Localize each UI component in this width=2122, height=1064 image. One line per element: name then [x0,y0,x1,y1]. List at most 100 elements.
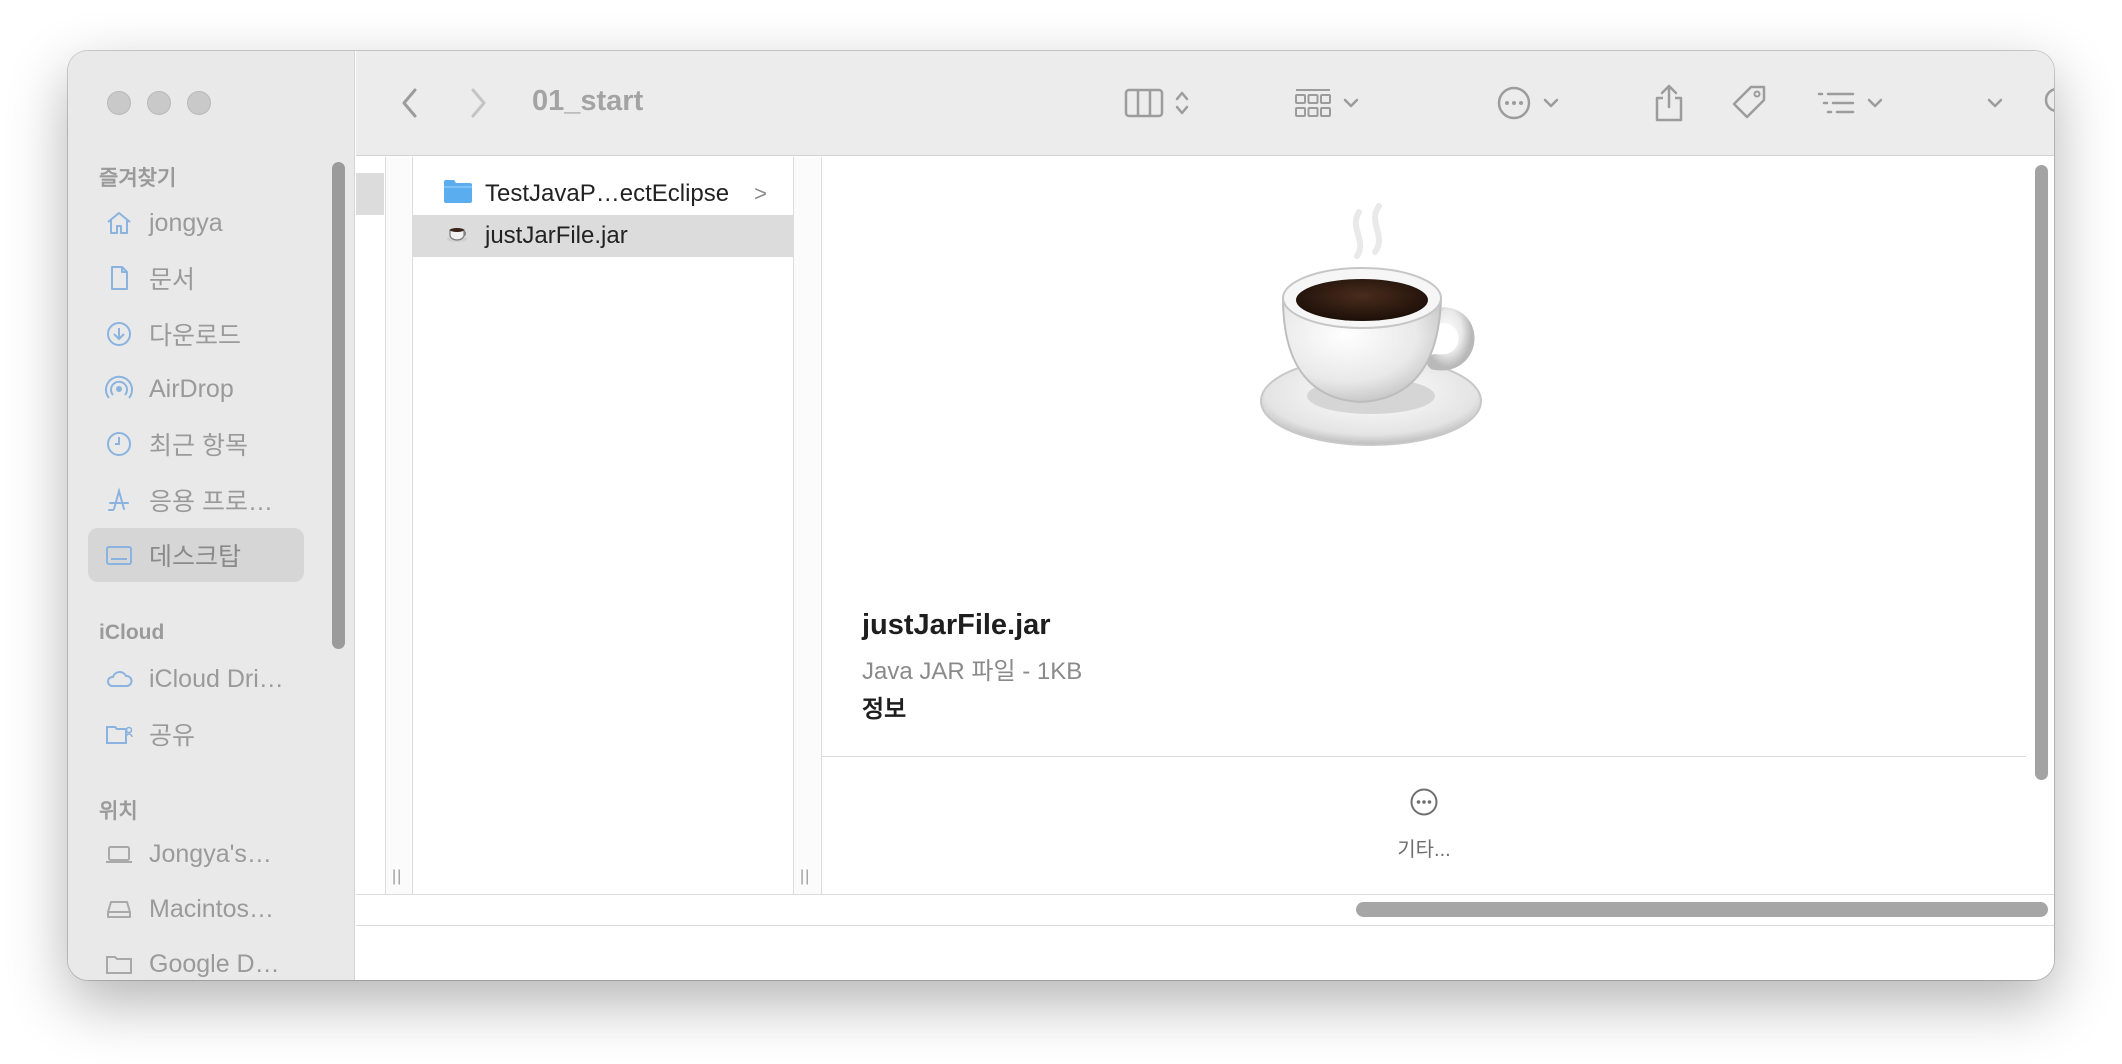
sidebar-item-label: 최근 항목 [149,432,248,460]
sort-button[interactable] [1816,83,1884,123]
toolbar: 01_start [356,51,2054,156]
window-controls [107,91,211,115]
chevron-down-icon [1342,97,1360,109]
sidebar-item-label: 다운로드 [149,322,242,350]
search-icon [2042,85,2054,121]
action-button[interactable] [1496,83,1560,123]
column-resizer[interactable]: || [386,157,413,894]
preview-file-kind: Java JAR 파일 - 1KB [862,658,1083,685]
sidebar-item-label: Macintos… [149,894,275,923]
expand-icon [1986,97,2004,109]
parent-column [356,157,386,894]
zoom-window-button[interactable] [187,91,211,115]
sidebar-item-google-drive[interactable]: Google D… [88,937,304,980]
shared-folder-icon [103,718,135,750]
sidebar-item-recents[interactable]: 최근 항목 [88,417,304,471]
share-icon [1653,83,1685,123]
sidebar-item-label: 응용 프로… [149,488,273,516]
content-area: || TestJavaP…ectEclipse > justJarFile.ja… [356,157,2054,980]
sidebar-item-desktop[interactable]: 데스크탑 [88,528,304,582]
more-actions-label: 기타... [1397,839,1451,861]
horizontal-scroll-track [356,894,2054,895]
preview-pane: justJarFile.jar Java JAR 파일 - 1KB 정보 기타.… [822,157,2026,894]
airdrop-icon [103,373,135,405]
sidebar-item-applications[interactable]: 응용 프로… [88,473,304,527]
sidebar-item-documents[interactable]: 문서 [88,251,304,305]
close-window-button[interactable] [107,91,131,115]
finder-window: 즐겨찾기 jongya 문서 다운로드 AirDrop 최근 항목 응용 프로…… [68,51,2054,980]
column-view-icon [1124,87,1164,119]
sidebar-scrollbar[interactable] [332,162,345,649]
minimize-window-button[interactable] [147,91,171,115]
sidebar-item-icloud-drive[interactable]: iCloud Dri… [88,652,304,706]
sidebar-item-airdrop[interactable]: AirDrop [88,362,304,416]
sidebar-item-label: iCloud Dri… [149,664,284,693]
preview-file-name: justJarFile.jar [862,609,1051,641]
clock-icon [103,428,135,460]
forward-button[interactable] [468,83,488,123]
sidebar: 즐겨찾기 jongya 문서 다운로드 AirDrop 최근 항목 응용 프로…… [68,51,355,980]
folder-icon [443,178,473,211]
laptop-icon [103,838,135,870]
chevron-down-icon [1866,97,1884,109]
file-column: TestJavaP…ectEclipse > justJarFile.jar [413,157,794,894]
desktop-icon [103,539,135,571]
chevron-down-icon [1542,97,1560,109]
tag-button[interactable] [1729,83,1769,123]
sidebar-item-label: 공유 [149,722,196,750]
sidebar-item-macintosh-hd[interactable]: Macintos… [88,882,304,936]
share-button[interactable] [1653,83,1685,123]
up-down-chevron-icon [1174,88,1190,118]
search-button[interactable] [2042,83,2054,123]
more-icon [1496,85,1532,121]
resize-grip-icon: || [800,868,811,885]
coffee-cup-preview-icon [1260,203,1482,446]
sidebar-item-label: jongya [149,208,223,237]
sidebar-item-label: 데스크탑 [149,543,242,571]
document-icon [103,262,135,294]
sidebar-item-label: Google D… [149,949,280,978]
column-resizer[interactable]: || [794,157,822,894]
sidebar-section-icloud: iCloud [99,621,165,644]
parent-selection[interactable] [356,173,384,215]
forward-icon [468,86,488,120]
applications-icon [103,484,135,516]
sidebar-item-shared[interactable]: 공유 [88,707,304,761]
sidebar-item-home[interactable]: jongya [88,196,304,250]
file-name: TestJavaP…ectEclipse [485,180,730,207]
back-icon [400,86,420,120]
file-name: justJarFile.jar [485,222,628,249]
download-icon [103,318,135,350]
vertical-scrollbar[interactable] [2035,165,2048,780]
cloud-icon [103,663,135,695]
sidebar-section-locations: 위치 [99,800,138,823]
disk-icon [103,893,135,925]
group-icon [1294,86,1332,120]
more-actions-button[interactable]: 기타... [822,787,2026,862]
sidebar-section-favorites: 즐겨찾기 [99,167,177,190]
sidebar-item-label: AirDrop [149,374,234,403]
list-item-folder[interactable]: TestJavaP…ectEclipse > [413,173,793,215]
sidebar-item-label: Jongya's… [149,839,272,868]
back-button[interactable] [400,83,420,123]
divider [356,925,2054,926]
horizontal-scrollbar[interactable] [1356,902,2048,917]
java-coffee-icon [443,221,473,252]
sort-icon [1816,88,1856,118]
group-button[interactable] [1294,83,1360,123]
tag-icon [1729,83,1769,123]
view-mode-button[interactable] [1124,83,1190,123]
divider [822,756,2026,757]
house-icon [103,207,135,239]
list-item-jar[interactable]: justJarFile.jar [413,215,793,257]
sidebar-item-label: 문서 [149,266,196,294]
sidebar-item-downloads[interactable]: 다운로드 [88,307,304,361]
folder-icon [103,948,135,980]
overflow-button[interactable] [1986,83,2004,123]
preview-info-heading: 정보 [862,696,907,723]
sidebar-item-computer[interactable]: Jongya's… [88,827,304,881]
chevron-right-icon: > [754,181,767,206]
window-title: 01_start [532,85,644,117]
resize-grip-icon: || [392,868,403,885]
more-icon [1409,787,1439,823]
